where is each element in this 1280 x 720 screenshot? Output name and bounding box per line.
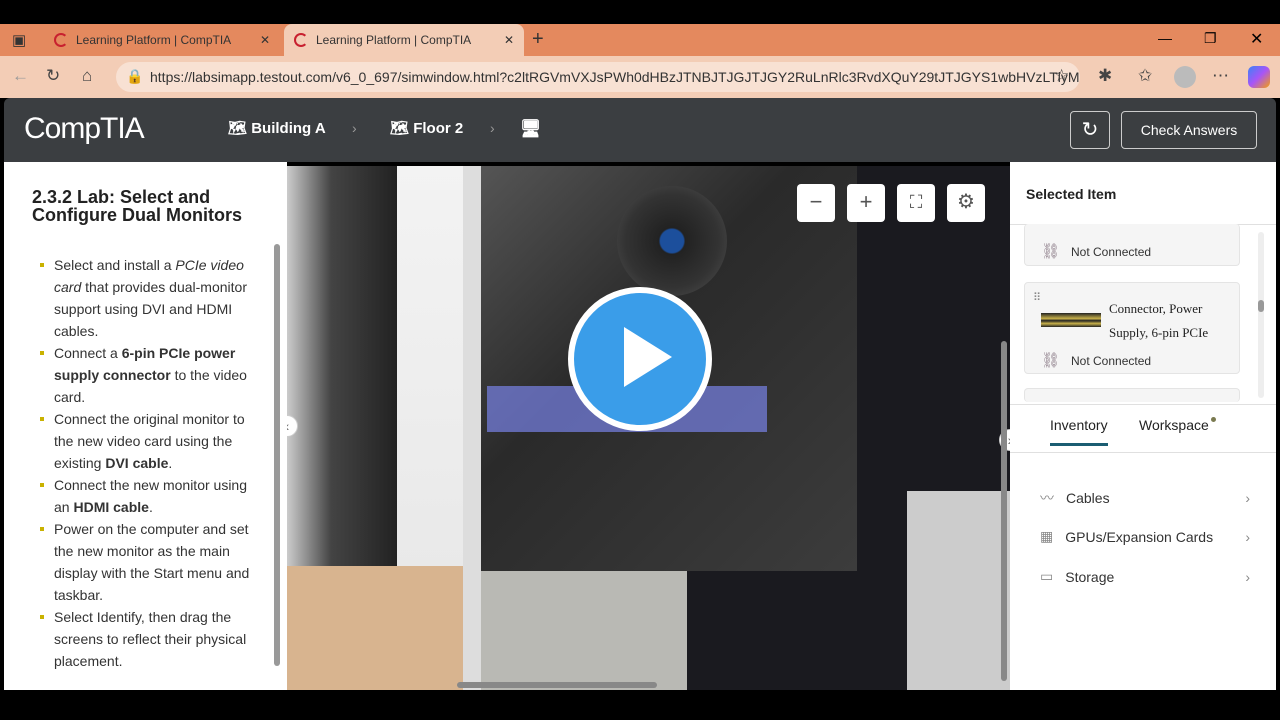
gpu-icon: ▦ <box>1040 528 1054 544</box>
new-tab-icon[interactable]: + <box>532 28 544 51</box>
tab-title: Learning Platform | CompTIA <box>316 33 472 47</box>
storage-icon: ▭ <box>1040 568 1054 584</box>
category-gpus[interactable]: ▦ GPUs/Expansion Cards › <box>1040 528 1250 545</box>
vertical-scrollbar[interactable] <box>1001 341 1007 681</box>
task-text: DVI cable <box>105 455 169 471</box>
task-text: . <box>168 455 173 471</box>
task-text: Select and install a <box>54 257 176 273</box>
chevron-right-icon: › <box>1245 528 1250 545</box>
tab-inventory[interactable]: Inventory <box>1050 417 1108 446</box>
task-text: . <box>148 499 153 515</box>
lab-instructions-panel: 2.3.2 Lab: Select and Configure Dual Mon… <box>4 162 287 690</box>
favorites-icon[interactable]: ✩ <box>1138 66 1152 86</box>
map-icon: 🗺 <box>390 120 414 137</box>
url-field[interactable]: 🔒 https://labsimapp.testout.com/v6_0_697/… <box>116 62 1080 92</box>
task-item: Select and install a PCIe video card tha… <box>38 254 258 342</box>
chevron-right-icon: › <box>490 120 495 136</box>
task-item: Power on the computer and set the new mo… <box>38 518 258 606</box>
tab-workspace[interactable]: Workspace <box>1139 417 1216 433</box>
map-icon: 🗺 <box>228 120 252 137</box>
close-tab-icon[interactable]: ✕ <box>504 33 514 47</box>
scrollbar-thumb[interactable] <box>1258 300 1264 312</box>
comptia-favicon-icon <box>294 33 308 47</box>
tab-title: Learning Platform | CompTIA <box>76 33 232 47</box>
notification-dot <box>1210 417 1216 422</box>
selected-item-card[interactable] <box>1024 388 1240 402</box>
tab-actions-icon[interactable]: ▣ <box>12 31 26 49</box>
drag-handle-icon[interactable]: ⠿ <box>1033 291 1041 304</box>
connection-status: Not Connected <box>1071 245 1152 259</box>
play-video-button[interactable] <box>568 287 712 431</box>
restore-icon[interactable]: ❐ <box>1204 30 1217 47</box>
chevron-right-icon: › <box>1245 568 1250 585</box>
selected-item-title: Selected Item <box>1026 186 1117 202</box>
not-connected-icon: ⛓ <box>1041 352 1061 369</box>
task-item: Connect the original monitor to the new … <box>38 408 258 474</box>
more-icon[interactable]: ⋯ <box>1212 66 1229 86</box>
right-panel: Selected Item ⛓ Not Connected ⠿ Connecto… <box>1010 162 1276 690</box>
computer-icon[interactable]: 🖥 <box>520 119 542 139</box>
task-item: Connect the new monitor using an HDMI ca… <box>38 474 258 518</box>
simulation-viewport[interactable]: − + ⛶ ⚙ ‹ › <box>287 166 1010 690</box>
category-cables[interactable]: 〰 Cables › <box>1040 488 1250 508</box>
check-answers-button[interactable]: Check Answers <box>1121 111 1257 149</box>
cable-icon: 〰 <box>1040 490 1054 506</box>
lab-title: 2.3.2 Lab: Select and Configure Dual Mon… <box>32 187 242 225</box>
item-name: Connector, Power Supply, 6-pin PCIe <box>1109 301 1209 340</box>
task-item: Select Identify, then drag the screens t… <box>38 606 258 672</box>
lock-icon: 🔒 <box>126 68 144 84</box>
zoom-in-button[interactable]: + <box>847 184 885 222</box>
chevron-right-icon: › <box>352 120 357 136</box>
task-text: Connect a <box>54 345 122 361</box>
comptia-favicon-icon <box>54 33 68 47</box>
profile-avatar[interactable] <box>1174 66 1196 88</box>
breadcrumb-floor[interactable]: 🗺 Floor 2 <box>390 119 463 137</box>
minimize-icon[interactable]: — <box>1158 30 1172 46</box>
category-storage[interactable]: ▭ Storage › <box>1040 568 1250 585</box>
fullscreen-button[interactable]: ⛶ <box>897 184 935 222</box>
task-list: Select and install a PCIe video card tha… <box>38 254 258 672</box>
cpu-fan-image <box>617 186 727 296</box>
close-tab-icon[interactable]: ✕ <box>260 33 270 47</box>
scrollbar-track[interactable] <box>1258 232 1264 398</box>
comptia-logo: CompTIA <box>24 112 145 145</box>
reload-icon[interactable]: ↻ <box>46 66 60 86</box>
reset-button[interactable]: ↻ <box>1070 111 1110 149</box>
selected-item-card[interactable]: ⠿ Connector, Power Supply, 6-pin PCIe ⛓ … <box>1024 282 1240 374</box>
close-window-icon[interactable]: ✕ <box>1250 29 1263 49</box>
divider <box>1010 404 1276 405</box>
browser-tab[interactable]: Learning Platform | CompTIA ✕ <box>44 24 280 56</box>
task-item: Connect a 6-pin PCIe power supply connec… <box>38 342 258 408</box>
connection-status: Not Connected <box>1071 354 1152 368</box>
desk-image <box>287 566 463 690</box>
settings-button[interactable]: ⚙ <box>947 184 985 222</box>
monitor-image <box>287 166 397 566</box>
back-icon[interactable]: ← <box>12 66 29 86</box>
favorite-star-icon[interactable]: ☆ <box>1054 66 1069 86</box>
task-text: Power on the computer and set the new mo… <box>54 521 250 603</box>
browser-tab-bar: ▣ Learning Platform | CompTIA ✕ Learning … <box>0 24 1280 56</box>
address-bar-row: ← ↻ ⌂ 🔒 https://labsimapp.testout.com/v6_… <box>0 56 1280 98</box>
breadcrumb-building[interactable]: 🗺 Building A <box>228 119 326 137</box>
home-icon[interactable]: ⌂ <box>82 66 92 86</box>
task-text: that provides dual-monitor support using… <box>54 279 247 339</box>
scrollbar[interactable] <box>274 244 280 666</box>
task-text: HDMI cable <box>73 499 149 515</box>
horizontal-scrollbar[interactable] <box>457 682 657 688</box>
copilot-icon[interactable] <box>1248 66 1270 88</box>
extensions-icon[interactable]: ✱ <box>1098 66 1112 86</box>
divider <box>1010 452 1276 453</box>
chevron-right-icon: › <box>1245 490 1250 506</box>
task-text: Select Identify, then drag the screens t… <box>54 609 247 669</box>
url-text: https://labsimapp.testout.com/v6_0_697/s… <box>150 69 1080 85</box>
app-header: CompTIA 🗺 Building A › 🗺 Floor 2 › 🖥 ↻ C… <box>4 98 1276 162</box>
browser-tab-active[interactable]: Learning Platform | CompTIA ✕ <box>284 24 524 56</box>
power-supply-image <box>481 571 687 690</box>
not-connected-icon: ⛓ <box>1041 243 1061 260</box>
selected-item-card[interactable]: ⛓ Not Connected <box>1024 224 1240 266</box>
power-connector-image <box>1041 313 1101 327</box>
case-edge <box>463 166 481 690</box>
zoom-out-button[interactable]: − <box>797 184 835 222</box>
drive-bays-image <box>907 491 1010 690</box>
